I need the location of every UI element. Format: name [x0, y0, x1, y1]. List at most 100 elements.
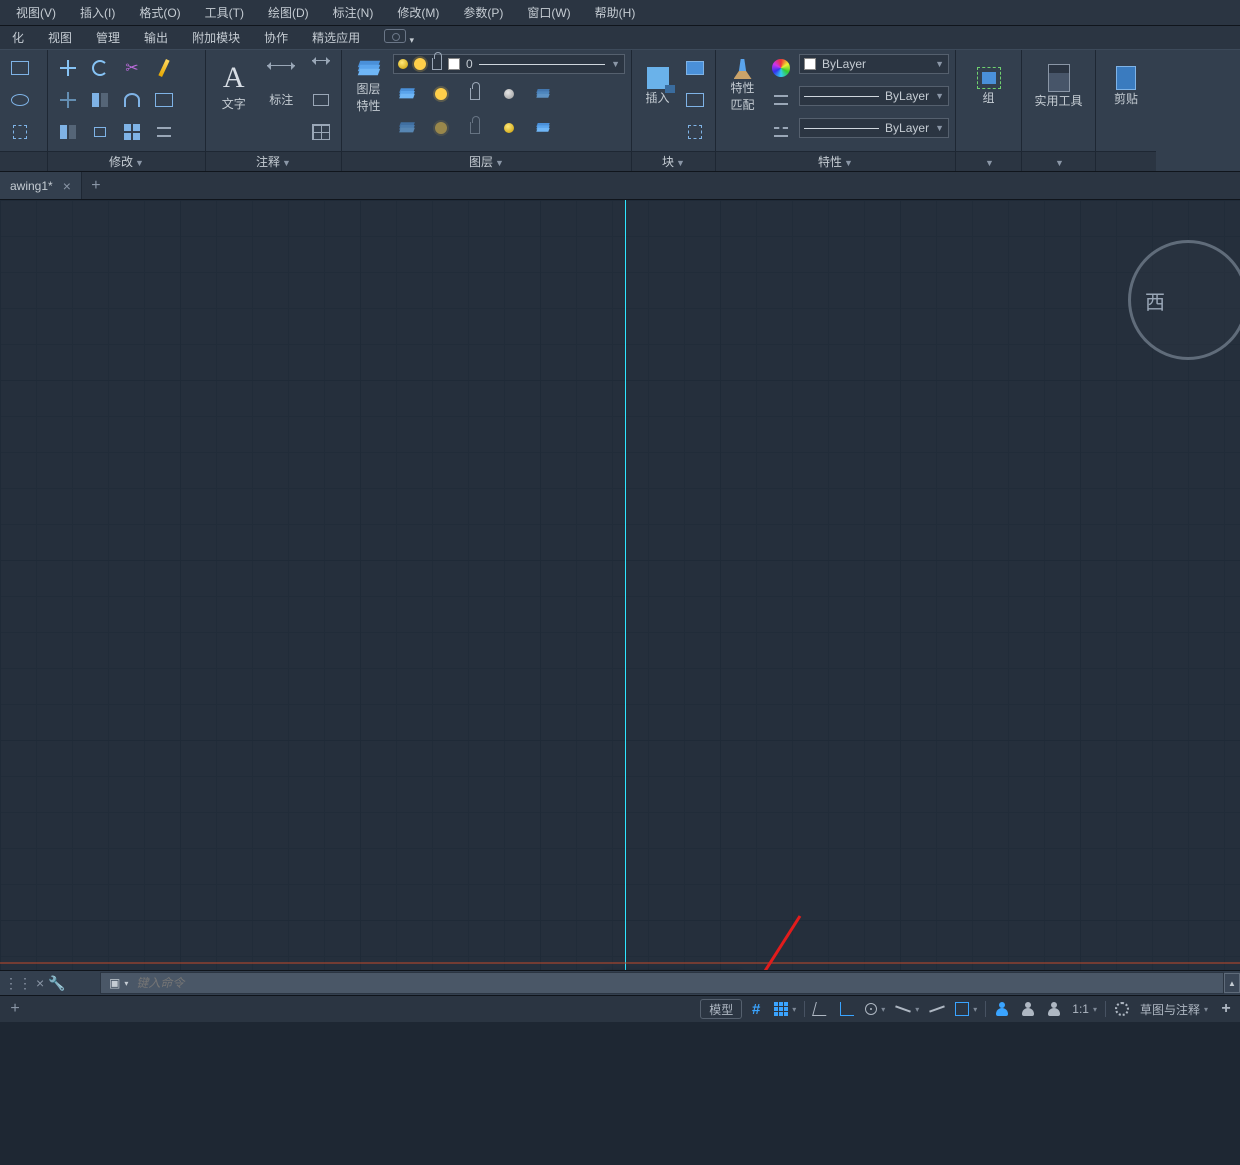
menu-tools[interactable]: 工具(T) [195, 0, 254, 25]
insert-block-button[interactable]: 插入 [638, 54, 677, 118]
polar-toggle[interactable]: ▾ [861, 996, 889, 1022]
scale-tool[interactable] [86, 118, 114, 146]
leader-tool[interactable] [307, 54, 335, 82]
panel-clip-title[interactable] [1096, 151, 1156, 171]
command-input[interactable] [136, 976, 1215, 990]
move-tool[interactable] [54, 54, 82, 82]
panel-modify-title[interactable]: 修改▼ [48, 151, 205, 171]
mleader-tool[interactable] [307, 86, 335, 114]
snap-mode-toggle[interactable]: ▾ [770, 996, 800, 1022]
clipboard-button[interactable]: 剪贴 [1102, 54, 1150, 118]
table-tool[interactable] [307, 118, 335, 146]
panel-group-title[interactable]: ▼ [956, 151, 1021, 171]
menu-window[interactable]: 窗口(W) [517, 0, 580, 25]
new-document-tab-button[interactable]: + [82, 177, 110, 195]
menu-modify[interactable]: 修改(M) [387, 0, 449, 25]
panel-annotate-title[interactable]: 注释▼ [206, 151, 341, 171]
menu-format[interactable]: 格式(O) [129, 0, 190, 25]
ribbon-tab-manage[interactable]: 管理 [84, 25, 132, 50]
match-properties-button[interactable]: 特性 匹配 [722, 54, 763, 118]
command-input-wrapper[interactable]: ▣▾ [100, 972, 1224, 994]
model-space-button[interactable]: 模型 [700, 999, 742, 1019]
panel-block-title[interactable]: 块▼ [632, 151, 715, 171]
highlight-tool[interactable] [150, 54, 178, 82]
dimension-tool[interactable]: 标注 [260, 54, 304, 118]
color-dropdown[interactable]: ByLayer ▼ [799, 54, 949, 74]
annoscale-person3-toggle[interactable] [1042, 996, 1066, 1022]
panel-draw-title[interactable] [0, 151, 47, 171]
layer-on-button[interactable] [495, 114, 523, 142]
lineweight-button[interactable] [767, 86, 795, 114]
ribbon-tab-collab[interactable]: 协作 [252, 25, 300, 50]
layer-freeze-button[interactable] [427, 80, 455, 108]
panel-util-title[interactable]: ▼ [1022, 151, 1095, 171]
layer-iso-button[interactable] [393, 80, 421, 108]
workspace-switch-button[interactable]: 草图与注释▾ [1136, 996, 1212, 1022]
isoplane-toggle[interactable]: ▾ [891, 996, 923, 1022]
ribbon-tab-0[interactable]: 化 [0, 25, 36, 50]
command-bar-handle[interactable]: ⋮⋮ × 🔧 [0, 975, 100, 992]
layer-unlock-button[interactable] [461, 114, 489, 142]
ribbon-tab-featured[interactable]: 精选应用 [300, 25, 372, 50]
layer-states-button[interactable] [529, 114, 557, 142]
customization-button[interactable]: + [1214, 996, 1238, 1022]
align-tool[interactable] [150, 118, 178, 146]
object-color-button[interactable] [767, 54, 795, 82]
command-history-button[interactable]: ▲ [1224, 973, 1240, 993]
layer-properties-button[interactable]: 图层 特性 [348, 54, 389, 118]
ellipse-tool[interactable] [6, 86, 34, 114]
utilities-button[interactable]: 实用工具 [1029, 54, 1089, 118]
linetype-dropdown[interactable]: ByLayer ▼ [799, 118, 949, 138]
otrack-toggle[interactable]: ▾ [951, 996, 981, 1022]
layer-uniso-button[interactable] [393, 114, 421, 142]
command-prompt-icon[interactable]: ▣▾ [109, 976, 128, 990]
annoscale-person1-toggle[interactable] [990, 996, 1014, 1022]
lineweight-dropdown[interactable]: ByLayer ▼ [799, 86, 949, 106]
block-edit-button[interactable] [681, 86, 709, 114]
grid-display-toggle[interactable]: # [744, 996, 768, 1022]
add-layout-button[interactable]: + [0, 1000, 30, 1018]
layer-match-button[interactable] [529, 80, 557, 108]
scale-display[interactable]: 1:1▾ [1068, 996, 1101, 1022]
menu-dim[interactable]: 标注(N) [323, 0, 384, 25]
mirror-tool[interactable] [86, 86, 114, 114]
ribbon-tab-output[interactable]: 输出 [132, 25, 180, 50]
menu-draw[interactable]: 绘图(D) [258, 0, 319, 25]
stretch-tool[interactable] [54, 118, 82, 146]
ortho-toggle[interactable] [835, 996, 859, 1022]
view-cube[interactable]: 西 [1128, 240, 1240, 360]
layer-thaw-button[interactable] [427, 114, 455, 142]
drawing-canvas[interactable]: 西 捕捉到图形栅格 - 开 SNAPMODE (F9) [0, 200, 1240, 970]
block-create-button[interactable] [681, 54, 709, 82]
menu-view[interactable]: 视图(V) [6, 0, 66, 25]
menu-help[interactable]: 帮助(H) [585, 0, 646, 25]
menu-param[interactable]: 参数(P) [453, 0, 513, 25]
group-button[interactable]: 组 [967, 54, 1011, 118]
document-tab[interactable]: awing1* × [0, 172, 82, 199]
trim-tool[interactable]: ✂ [118, 54, 146, 82]
copy-tool[interactable] [54, 86, 82, 114]
layer-dropdown[interactable]: 0 ▼ [393, 54, 625, 74]
handle-close-icon[interactable]: × [36, 975, 44, 991]
block-attr-button[interactable] [681, 118, 709, 146]
ribbon-tab-view[interactable]: 视图 [36, 25, 84, 50]
fillet-tool[interactable] [118, 86, 146, 114]
ribbon-tab-addins[interactable]: 附加模块 [180, 25, 252, 50]
layer-off-button[interactable] [495, 80, 523, 108]
offset-tool[interactable] [150, 86, 178, 114]
menu-insert[interactable]: 插入(I) [70, 0, 125, 25]
rotate-tool[interactable] [86, 54, 114, 82]
text-tool[interactable]: A 文字 [212, 54, 256, 118]
panel-properties-title[interactable]: 特性▼ [716, 151, 955, 171]
osnap-toggle[interactable] [925, 996, 949, 1022]
hatch-tool[interactable] [6, 118, 34, 146]
close-tab-button[interactable]: × [63, 178, 71, 194]
layer-lock-button[interactable] [461, 80, 489, 108]
annoscale-person2-toggle[interactable] [1016, 996, 1040, 1022]
infer-constraints-toggle[interactable] [809, 996, 833, 1022]
rectangle-tool[interactable] [6, 54, 34, 82]
handle-wrench-icon[interactable]: 🔧 [48, 975, 65, 992]
ribbon-tab-camera[interactable]: ▾ [372, 25, 426, 50]
array-tool[interactable] [118, 118, 146, 146]
panel-layers-title[interactable]: 图层▼ [342, 151, 631, 171]
